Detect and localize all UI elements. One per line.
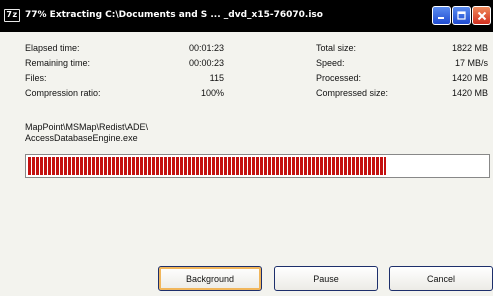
- elapsed-time-label: Elapsed time:: [25, 43, 80, 53]
- pause-button[interactable]: Pause: [274, 266, 378, 291]
- close-icon: [477, 11, 486, 20]
- minimize-icon: [438, 17, 444, 19]
- maximize-icon: [457, 11, 466, 20]
- progress-dialog: 7z 77% Extracting C:\Documents and S ...…: [0, 0, 493, 296]
- total-size-value: 1822 MB: [451, 43, 488, 53]
- compression-ratio-label: Compression ratio:: [25, 88, 101, 98]
- compressed-size-label: Compressed size:: [316, 88, 389, 98]
- elapsed-time-value: 00:01:23: [188, 43, 224, 53]
- files-label: Files:: [25, 73, 47, 83]
- files-value: 115: [209, 73, 224, 83]
- 7zip-app-icon: 7z: [4, 8, 20, 22]
- remaining-time-value: 00:00:23: [188, 58, 224, 68]
- processed-value: 1420 MB: [451, 73, 488, 83]
- maximize-button[interactable]: [452, 6, 471, 25]
- total-size-label: Total size:: [316, 43, 357, 53]
- speed-label: Speed:: [316, 58, 345, 68]
- app-icon-label: 7z: [6, 10, 18, 19]
- current-file-path: MapPoint\MSMap\Redist\ADE\ AccessDatabas…: [25, 122, 148, 144]
- remaining-time-label: Remaining time:: [25, 58, 91, 68]
- cancel-button[interactable]: Cancel: [389, 266, 493, 291]
- close-button[interactable]: [472, 6, 491, 25]
- processed-label: Processed:: [316, 73, 362, 83]
- window-title: 77% Extracting C:\Documents and S ... _d…: [25, 10, 323, 20]
- current-file-dir: MapPoint\MSMap\Redist\ADE\: [25, 122, 149, 132]
- progress-bar: [25, 154, 490, 178]
- compressed-size-value: 1420 MB: [451, 88, 488, 98]
- background-button[interactable]: Background: [158, 266, 262, 291]
- minimize-button[interactable]: [432, 6, 451, 25]
- title-bar[interactable]: 7z 77% Extracting C:\Documents and S ...…: [0, 0, 493, 32]
- progress-bar-fill: [28, 157, 386, 175]
- speed-value: 17 MB/s: [454, 58, 488, 68]
- compression-ratio-value: 100%: [200, 88, 224, 98]
- window-controls: [432, 6, 491, 25]
- current-file-name: AccessDatabaseEngine.exe: [25, 133, 138, 143]
